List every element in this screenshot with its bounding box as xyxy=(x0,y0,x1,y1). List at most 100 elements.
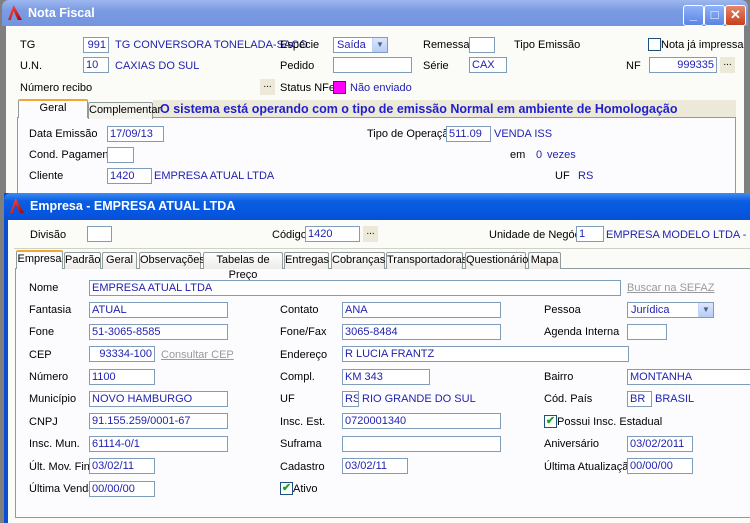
suframa-input[interactable] xyxy=(342,436,501,452)
window-title: Nota Fiscal xyxy=(28,6,95,20)
bairro-label: Bairro xyxy=(544,371,574,383)
suframa-label: Suframa xyxy=(280,438,322,450)
cep-input[interactable]: 93334-100 xyxy=(89,346,155,362)
cadastro-input[interactable]: 03/02/11 xyxy=(342,458,408,474)
cond-pagamento-label: Cond. Pagamento xyxy=(29,149,118,161)
codigo-label: Código xyxy=(272,229,307,241)
tab-geral[interactable]: Geral xyxy=(18,99,88,118)
buscar-sefaz-link[interactable]: Buscar na SEFAZ xyxy=(627,282,714,294)
fone-input[interactable]: 51-3065-8585 xyxy=(89,324,228,340)
tg-input[interactable]: 991 xyxy=(83,37,109,53)
codigo-input[interactable]: 1420 xyxy=(305,226,360,242)
cnpj-label: CNPJ xyxy=(29,416,58,428)
aniversario-input[interactable]: 03/02/2011 xyxy=(627,436,693,452)
tab-tabelas-preco[interactable]: Tabelas de Preço xyxy=(203,252,283,281)
cnpj-input[interactable]: 91.155.259/0001-67 xyxy=(89,413,228,429)
pais-input[interactable]: BR xyxy=(627,391,652,407)
uf-input[interactable]: RS xyxy=(342,391,359,407)
tg-name: TG CONVERSORA TONELADA-SACO xyxy=(115,39,308,51)
especie-value: Saída xyxy=(337,39,366,51)
minimize-button[interactable]: _ xyxy=(683,5,704,26)
tab-padrao[interactable]: Padrão xyxy=(64,252,101,269)
ult-mov-label: Últ. Mov. Fin. xyxy=(29,461,93,473)
insc-mun-input[interactable]: 61114-0/1 xyxy=(89,436,228,452)
recibo-lookup-button[interactable]: ... xyxy=(260,79,275,95)
nota-impressa-label: Nota já impressa xyxy=(661,39,744,51)
tipo-operacao-name: VENDA ISS xyxy=(494,128,553,140)
especie-label: Espécie xyxy=(280,39,320,51)
tipo-operacao-label: Tipo de Operação xyxy=(367,128,455,140)
pedido-label: Pedido xyxy=(280,60,315,72)
tab-mapa[interactable]: Mapa xyxy=(528,252,561,269)
fonefax-input[interactable]: 3065-8484 xyxy=(342,324,501,340)
divider xyxy=(14,248,750,249)
numero-input[interactable]: 1100 xyxy=(89,369,155,385)
endereco-input[interactable]: R LUCIA FRANTZ xyxy=(342,346,629,362)
ativo-label: Ativo xyxy=(293,483,318,495)
tg-label: TG xyxy=(20,39,36,51)
insc-est-input[interactable]: 0720001340 xyxy=(342,413,501,429)
tab-empresa[interactable]: Empresa xyxy=(16,250,63,269)
title-bar[interactable]: Empresa - EMPRESA ATUAL LTDA xyxy=(4,193,750,220)
tab-transportadoras[interactable]: Transportadoras xyxy=(386,252,467,269)
ult-atual-input[interactable]: 00/00/00 xyxy=(627,458,693,474)
cliente-label: Cliente xyxy=(29,170,64,182)
unidade-input[interactable]: 1 xyxy=(576,226,604,242)
status-color-indicator xyxy=(333,81,346,94)
tab-entregas[interactable]: Entregas xyxy=(284,252,329,269)
tab-geral[interactable]: Geral xyxy=(102,252,137,269)
codigo-lookup-button[interactable]: ... xyxy=(363,226,378,242)
serie-input[interactable]: CAX xyxy=(469,57,507,73)
em-label: em xyxy=(510,149,526,161)
cep-label: CEP xyxy=(29,349,52,361)
cond-pagamento-input[interactable] xyxy=(107,147,134,163)
especie-select[interactable]: Saída ▼ xyxy=(333,37,388,53)
nf-lookup-button[interactable]: ... xyxy=(720,57,735,73)
chevron-down-icon[interactable]: ▼ xyxy=(372,38,387,52)
nome-input[interactable]: EMPRESA ATUAL LTDA xyxy=(89,280,621,296)
consultar-cep-link[interactable]: Consultar CEP xyxy=(161,349,234,361)
ult-mov-input[interactable]: 03/02/11 xyxy=(89,458,155,474)
window-title: Empresa - EMPRESA ATUAL LTDA xyxy=(30,199,236,213)
tipo-operacao-input[interactable]: 511.09 xyxy=(446,126,491,142)
possui-ie-checkbox[interactable]: ✔ xyxy=(544,415,557,428)
pessoa-select[interactable]: Jurídica ▼ xyxy=(627,302,714,318)
ativo-checkbox[interactable]: ✔ xyxy=(280,482,293,495)
agenda-input[interactable] xyxy=(627,324,667,340)
fantasia-input[interactable]: ATUAL xyxy=(89,302,228,318)
tab-complementar[interactable]: Complementar xyxy=(88,102,161,119)
ult-venda-input[interactable]: 00/00/00 xyxy=(89,481,155,497)
remessa-input[interactable] xyxy=(469,37,495,53)
divisao-label: Divisão xyxy=(30,229,67,241)
pedido-input[interactable] xyxy=(333,57,412,73)
un-input[interactable]: 10 xyxy=(83,57,109,73)
nf-input[interactable]: 999335 xyxy=(649,57,717,73)
un-label: U.N. xyxy=(20,60,42,72)
fone-label: Fone xyxy=(29,326,55,338)
cliente-name: EMPRESA ATUAL LTDA xyxy=(154,170,275,182)
possui-ie-label: Possui Insc. Estadual xyxy=(557,416,663,428)
app-icon xyxy=(8,5,22,20)
uf-label: UF xyxy=(555,170,570,182)
nf-label: NF xyxy=(626,60,641,72)
tab-questionario[interactable]: Questionário xyxy=(465,252,528,269)
compl-input[interactable]: KM 343 xyxy=(342,369,430,385)
title-bar[interactable]: Nota Fiscal _ □ ✕ xyxy=(2,0,748,26)
nota-impressa-checkbox[interactable] xyxy=(648,38,661,51)
tab-cobrancas[interactable]: Cobranças xyxy=(331,252,385,269)
divisao-input[interactable] xyxy=(87,226,112,242)
pais-label: Cód. País xyxy=(544,393,593,405)
contato-input[interactable]: ANA xyxy=(342,302,501,318)
unidade-name: EMPRESA MODELO LTDA - 1 xyxy=(606,229,750,241)
cliente-input[interactable]: 1420 xyxy=(107,168,152,184)
chevron-down-icon[interactable]: ▼ xyxy=(698,303,713,317)
maximize-button[interactable]: □ xyxy=(704,5,725,26)
tab-observacoes[interactable]: Observações xyxy=(139,252,205,269)
municipio-input[interactable]: NOVO HAMBURGO xyxy=(89,391,228,407)
un-name: CAXIAS DO SUL xyxy=(115,60,200,72)
bairro-input[interactable]: MONTANHA xyxy=(627,369,750,385)
contato-label: Contato xyxy=(280,304,319,316)
close-button[interactable]: ✕ xyxy=(725,5,746,26)
data-emissao-input[interactable]: 17/09/13 xyxy=(107,126,164,142)
nome-label: Nome xyxy=(29,282,59,294)
